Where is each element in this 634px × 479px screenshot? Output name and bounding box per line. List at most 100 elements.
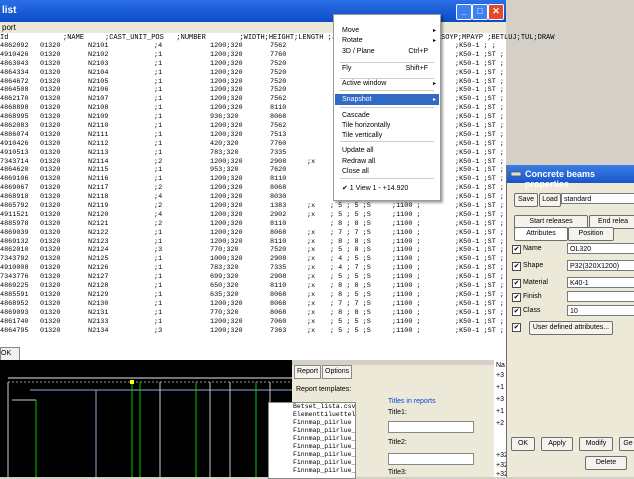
table-row[interactable]: 7343776 01320 N2127 ;1 699;320 2908 ;x ; 5 ; 5 … xyxy=(0,273,506,282)
modify-button[interactable]: Modify xyxy=(579,437,613,451)
table-cell: ;K50-1 ;ST ; xyxy=(455,317,504,326)
maximize-button[interactable]: □ xyxy=(472,4,488,20)
list-item[interactable]: Finnmap_piirlue_LEPPA4 xyxy=(269,435,355,443)
menu-item[interactable]: Close all xyxy=(342,167,440,177)
ok-button[interactable]: OK xyxy=(0,347,20,361)
get-button[interactable]: Ge xyxy=(619,437,634,451)
table-cell: N2123 xyxy=(88,237,109,246)
table-row[interactable]: 4861740 01320 N2133 ;1 1200;320 7060 ;x ; 5 ; 5… xyxy=(0,318,506,327)
class-checkbox[interactable]: ✔ xyxy=(512,307,521,316)
delete-button[interactable]: Delete xyxy=(585,456,627,470)
table-cell: ;1 xyxy=(154,130,163,139)
model-drawing-view[interactable] xyxy=(0,360,292,477)
table-row[interactable]: 4869132 01320 N2123 ;1 1200;320 8110 ;x ; 8 ; 8… xyxy=(0,238,506,247)
save-button[interactable]: Save xyxy=(514,193,538,207)
table-cell: N2101 xyxy=(88,42,109,50)
preset-select[interactable]: standard xyxy=(561,193,634,204)
list-item[interactable]: +1 xyxy=(496,408,504,415)
title2-input[interactable] xyxy=(388,453,474,465)
finish-checkbox[interactable]: ✔ xyxy=(512,293,521,302)
tab-options[interactable]: Options xyxy=(322,365,353,379)
menu-item[interactable]: Update all xyxy=(342,146,440,156)
table-cell: 650;320 xyxy=(210,282,239,291)
menu-item[interactable]: Move ▸ xyxy=(342,26,440,36)
menu-item[interactable]: Cascade xyxy=(342,111,440,121)
name-checkbox[interactable]: ✔ xyxy=(512,245,521,254)
user-defined-attributes-button[interactable]: User defined attributes... xyxy=(529,321,613,335)
report-menu-label[interactable]: port xyxy=(2,23,16,32)
tab-attributes[interactable]: Attributes xyxy=(514,227,568,241)
table-cell: N2117 xyxy=(88,184,109,193)
table-row[interactable]: 4885978 01320 N2121 ;2 1200;320 8110 ; 8 ; 8 ;… xyxy=(0,220,506,229)
list-item[interactable]: Finnmap_piirlue xyxy=(269,419,355,427)
dialog-title-bar[interactable]: Concrete beams properties xyxy=(507,165,634,189)
menu-item[interactable]: Tile vertically xyxy=(342,131,440,141)
table-cell: 1200;320 xyxy=(210,210,243,219)
table-cell: 01320 xyxy=(40,166,61,175)
material-input[interactable]: K40-1 xyxy=(567,277,634,288)
shape-input[interactable]: P32(320X1200) xyxy=(567,260,634,271)
table-row[interactable]: 4911521 01320 N2120 ;4 1200;320 2902 ;x ; 5 ; 5… xyxy=(0,211,506,220)
list-item[interactable]: Elementtiluettelopohja xyxy=(269,411,355,419)
shape-checkbox[interactable]: ✔ xyxy=(512,262,521,271)
minimize-button[interactable]: _ xyxy=(456,4,472,20)
list-item[interactable]: Betset_lista.csv xyxy=(269,403,355,411)
templates-list[interactable]: Betset_lista.csv Elementtiluettelopohja … xyxy=(268,402,356,479)
name-input[interactable]: OL320 xyxy=(567,243,634,254)
table-cell: 01320 xyxy=(40,237,61,246)
table-cell: 4864508 xyxy=(0,86,29,95)
table-cell: ;1 xyxy=(154,77,163,86)
table-row[interactable]: 4869093 01320 N2131 ;1 770;320 8068 ;x ; 8 ; 8 … xyxy=(0,309,506,318)
load-button[interactable]: Load xyxy=(539,193,561,207)
menu-item[interactable]: Tile horizontally xyxy=(342,121,440,131)
table-row[interactable]: 4865792 01320 N2119 ;2 1200;320 1383 ;x ; 5 ; 5… xyxy=(0,202,506,211)
menu-item[interactable]: ✔ 1 View 1 - +14.920 xyxy=(342,184,440,194)
table-row[interactable]: 4869225 01320 N2128 ;1 650;320 8110 ;x ; 8 ; 8 … xyxy=(0,282,506,291)
finish-input[interactable] xyxy=(567,291,634,302)
table-cell: N2119 xyxy=(88,202,109,211)
list-item[interactable]: Finnmap_piirlue_avesta xyxy=(269,443,355,451)
tab-position[interactable]: Position xyxy=(568,227,614,241)
list-item[interactable]: Finnmap_piirlue_DST xyxy=(269,427,355,435)
table-row[interactable]: 4862010 01320 N2124 ;3 770;320 7520 ;x ; 5 ; 8 … xyxy=(0,246,506,255)
list-item[interactable]: Finnmap_piirlue_avesta_ xyxy=(269,451,355,459)
table-cell: N2113 xyxy=(88,148,109,157)
menu-item[interactable]: Rotate ▸ xyxy=(342,36,440,46)
table-cell: ; 4 ; 7 ;S xyxy=(330,264,371,273)
table-cell: ;K50-1 ;ST ; xyxy=(455,184,504,193)
material-checkbox[interactable]: ✔ xyxy=(512,279,521,288)
uda-checkbox[interactable]: ✔ xyxy=(512,323,521,332)
table-row[interactable]: 4864795 01320 N2134 ;3 1200;320 7363 ;x ; 5 ; 5… xyxy=(0,327,506,336)
close-button[interactable]: ✕ xyxy=(488,4,504,20)
finish-label: Finish xyxy=(523,293,542,300)
list-item[interactable]: +2 xyxy=(496,420,504,427)
tab-report[interactable]: Report xyxy=(294,365,322,379)
table-row[interactable]: 4885591 01320 N2129 ;1 635;320 8068 ;x ; 8 ; 5 … xyxy=(0,291,506,300)
apply-button[interactable]: Apply xyxy=(541,437,573,451)
menu-item-label: ✔ 1 View 1 - +14.920 xyxy=(342,185,409,192)
menu-item[interactable]: Redraw all xyxy=(342,157,440,167)
ok-button[interactable]: OK xyxy=(511,437,535,451)
list-item[interactable]: +1 xyxy=(496,384,504,391)
table-row[interactable]: 7343792 01320 N2125 ;1 1000;320 2908 ;x ; 4 ; 5… xyxy=(0,255,506,264)
class-input[interactable]: 10 xyxy=(567,305,634,316)
menu-item[interactable]: 3D / Plane Ctrl+P xyxy=(342,47,440,57)
table-cell: ;K50-1 ;ST ; xyxy=(455,148,504,157)
table-cell: 1200;320 xyxy=(210,68,243,77)
list-item[interactable]: +3 xyxy=(496,396,504,403)
selection-handle[interactable] xyxy=(130,380,134,384)
menu-item[interactable]: Active window ▸ xyxy=(342,79,440,89)
table-row[interactable]: 4869039 01320 N2122 ;1 1200;320 8068 ;x ; 7 ; 7… xyxy=(0,229,506,238)
concrete-beam-properties-dialog: Concrete beams properties Save Load stan… xyxy=(506,165,634,477)
list-item[interactable]: Finnmap_piirlue_dm xyxy=(269,467,355,475)
menu-item[interactable]: Snapshot ▸ xyxy=(342,95,440,105)
title1-input[interactable] xyxy=(388,421,474,433)
table-cell: 7520 xyxy=(270,68,287,77)
table-row[interactable]: 4868952 01320 N2130 ;1 1200;320 8068 ;x ; 7 ; 7… xyxy=(0,300,506,309)
title2-label: Title2: xyxy=(388,439,407,446)
menu-item[interactable]: Fly Shift+F xyxy=(342,64,440,74)
table-cell: ;K50-1 ;ST ; xyxy=(455,299,504,308)
list-item[interactable]: Finnmap_piirlue_demo xyxy=(269,459,355,467)
table-row[interactable]: 4910008 01320 N2126 ;1 783;320 7335 ;x ; 4 ; 7 … xyxy=(0,264,506,273)
list-item[interactable]: +3 xyxy=(496,372,504,379)
